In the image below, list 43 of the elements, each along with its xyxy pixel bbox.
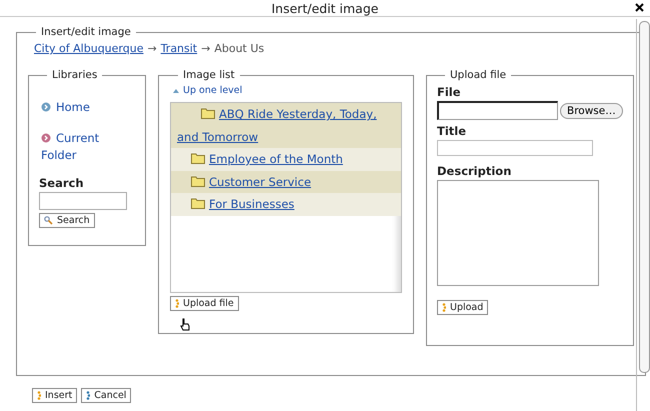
- search-button[interactable]: Search: [39, 213, 95, 228]
- folder-icon: [191, 176, 205, 186]
- breadcrumb-link[interactable]: City of Albuquerque: [34, 42, 144, 55]
- library-link[interactable]: Home: [41, 99, 135, 116]
- breadcrumb-separator: →: [147, 42, 157, 55]
- up-level-link[interactable]: Up one level: [173, 85, 402, 96]
- folder-icon: [191, 198, 205, 209]
- dots-icon: [442, 303, 446, 312]
- browse-button[interactable]: Browse…: [560, 102, 623, 118]
- dialog-button[interactable]: Cancel: [81, 388, 132, 403]
- search-icon: [44, 216, 53, 225]
- upload-file-button[interactable]: Upload file: [170, 296, 239, 311]
- hand-cursor-icon: [180, 318, 190, 331]
- panel-legend: Upload file: [445, 69, 512, 81]
- folder-link[interactable]: Customer Service: [171, 170, 401, 193]
- field-label: File: [437, 85, 462, 99]
- upload-button[interactable]: Upload: [437, 300, 488, 315]
- window-title: Insert/edit image: [272, 0, 378, 16]
- dots-icon: [175, 299, 179, 308]
- breadcrumb-current: About Us: [214, 42, 264, 55]
- field-label: Title: [437, 124, 468, 138]
- close-icon[interactable]: [635, 3, 644, 12]
- search-field[interactable]: [39, 192, 127, 210]
- file-field[interactable]: [437, 101, 558, 120]
- panel-legend: Image list: [178, 69, 240, 81]
- title-field[interactable]: [437, 140, 593, 156]
- dots-icon: [37, 391, 41, 400]
- folder-icon: [191, 153, 205, 164]
- up-triangle-icon: [173, 88, 179, 92]
- dots-icon: [86, 391, 90, 400]
- field-label: Description: [437, 164, 512, 178]
- library-link[interactable]: Current Folder: [41, 130, 135, 164]
- panel-legend: Insert/edit image: [36, 26, 136, 38]
- dialog-button[interactable]: Insert: [32, 388, 78, 403]
- folder-icon: [201, 108, 215, 119]
- description-field[interactable]: [437, 180, 599, 286]
- folder-link[interactable]: ABQ Ride Yesterday, Today, and Tomorrow: [171, 103, 401, 148]
- search-label: Search: [39, 176, 85, 190]
- folder-link[interactable]: Employee of the Month: [171, 148, 401, 170]
- folder-link[interactable]: For Businesses: [171, 193, 401, 216]
- breadcrumb-link[interactable]: Transit: [160, 42, 198, 55]
- panel-legend: Libraries: [47, 69, 102, 81]
- breadcrumb-separator: →: [201, 42, 210, 55]
